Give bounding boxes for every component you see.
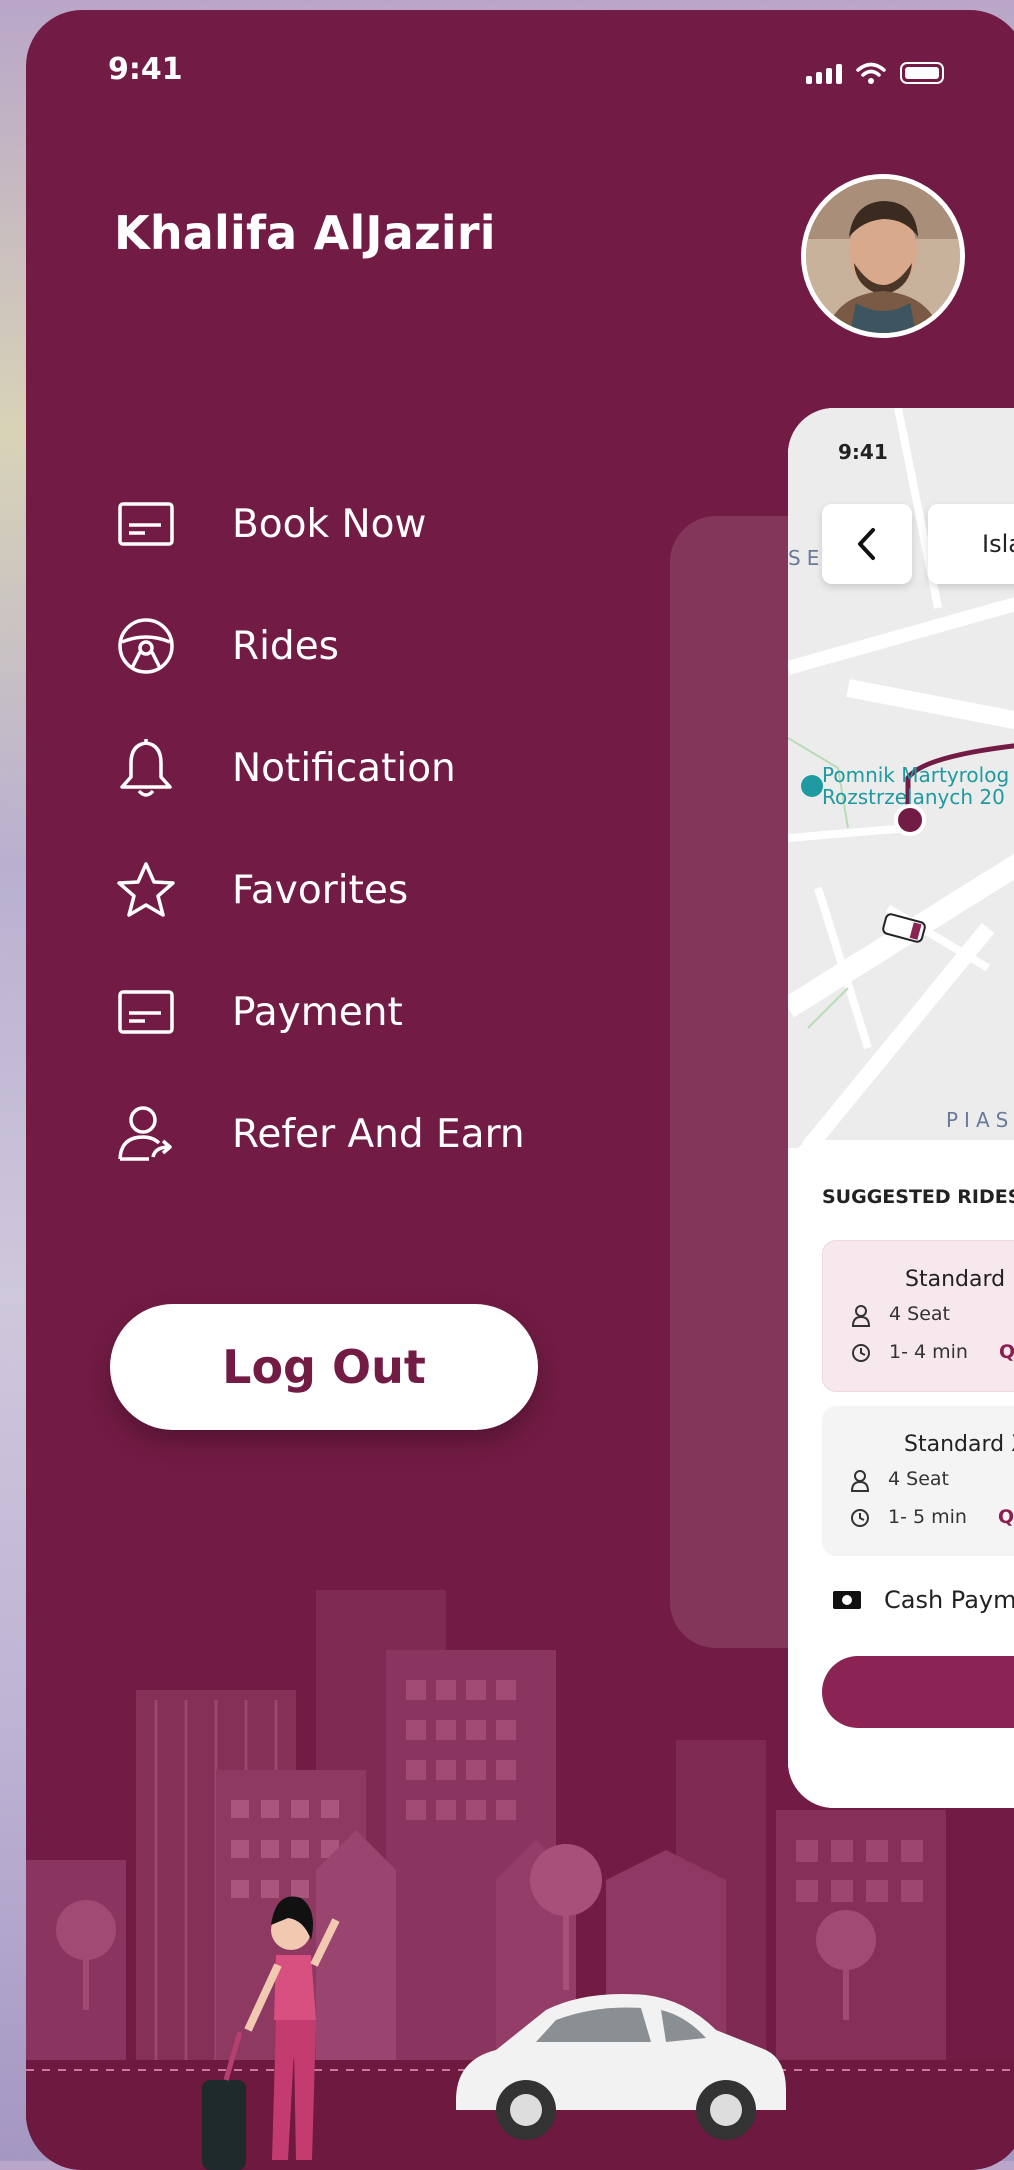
star-icon (114, 858, 178, 922)
status-icons (806, 62, 944, 84)
ride-name: Standard X (904, 1432, 1014, 1457)
avatar[interactable] (801, 174, 965, 338)
menu-item-label: Book Now (232, 501, 427, 547)
preview-status-time: 9:41 (838, 440, 888, 464)
ride-eta: 1- 5 min (888, 1506, 967, 1528)
suggested-rides-title: SUGGESTED RIDES (822, 1186, 1014, 1208)
steering-wheel-icon (114, 614, 178, 678)
menu-item-book-now[interactable]: Book Now (114, 492, 525, 556)
ride-seats: 4 Seat (888, 1468, 949, 1490)
back-button[interactable] (822, 504, 912, 584)
log-out-button[interactable]: Log Out (110, 1304, 538, 1430)
menu-item-favorites[interactable]: Favorites (114, 858, 525, 922)
map-poi-line-1: Pomnik Martyrolog (822, 763, 1010, 787)
menu-item-label: Payment (232, 989, 403, 1035)
side-menu: Book Now Rides Notification Favorites Pa… (114, 492, 525, 1224)
ride-option[interactable]: Standard X 4 Seat 1- 5 min Q (822, 1406, 1014, 1556)
ride-name: Standard (905, 1267, 1006, 1292)
menu-item-notification[interactable]: Notification (114, 736, 525, 800)
card-icon (114, 492, 178, 556)
menu-item-label: Rides (232, 623, 340, 669)
menu-item-rides[interactable]: Rides (114, 614, 525, 678)
chevron-left-icon (858, 528, 875, 560)
destination-search-input[interactable]: Isla (928, 504, 1014, 584)
side-menu-screen: 9:41 Khalifa AlJaziri Book Now Rides Not… (26, 10, 1014, 2170)
wifi-icon (856, 62, 886, 84)
map-poi-line-2: Rozstrzelanych 20 (822, 785, 1005, 809)
menu-item-label: Refer And Earn (232, 1111, 525, 1157)
person-icon (850, 1470, 870, 1492)
menu-item-label: Notification (232, 745, 456, 791)
ride-option[interactable]: Standard 4 Seat 1- 4 min Q (822, 1240, 1014, 1392)
user-share-icon (114, 1102, 178, 1166)
ride-price: Q (999, 1341, 1014, 1363)
clock-icon (851, 1509, 869, 1527)
map-district-label: SE (788, 546, 826, 570)
clock-icon (852, 1344, 870, 1362)
card-icon (114, 980, 178, 1044)
bell-icon (114, 736, 178, 800)
status-time: 9:41 (108, 52, 183, 87)
map-poi-label: Pomnik Martyrolog Rozstrzelanych 20 (822, 764, 1009, 808)
menu-item-refer-and-earn[interactable]: Refer And Earn (114, 1102, 525, 1166)
ride-eta: 1- 4 min (889, 1341, 968, 1363)
ride-seats: 4 Seat (889, 1303, 950, 1325)
menu-item-payment[interactable]: Payment (114, 980, 525, 1044)
battery-icon (900, 62, 944, 84)
city-illustration (26, 1590, 1014, 2170)
ride-price: Q (998, 1506, 1014, 1528)
menu-item-label: Favorites (232, 867, 409, 913)
map-district-label-bottom: PIAS (946, 1108, 1014, 1132)
person-icon (851, 1305, 871, 1327)
signal-icon (806, 64, 842, 84)
user-name: Khalifa AlJaziri (114, 206, 496, 260)
